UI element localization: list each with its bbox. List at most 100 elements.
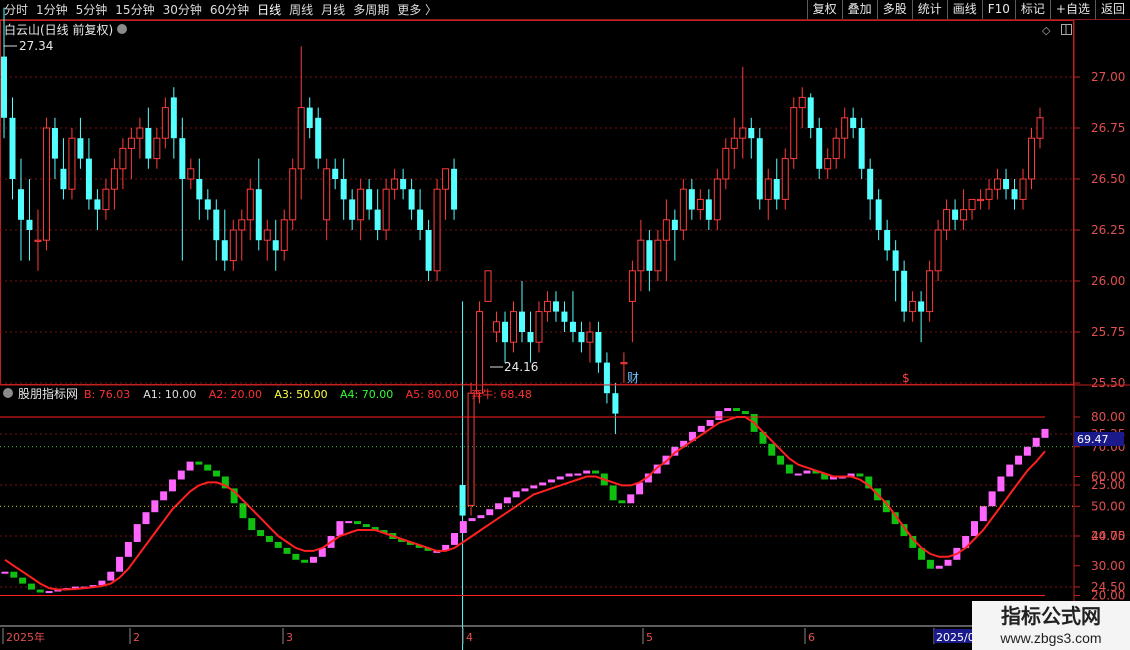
candle-body-up: [968, 198, 976, 211]
candle-body-down: [255, 189, 262, 241]
candle-body-up: [42, 127, 50, 241]
candle-body-up: [119, 147, 127, 170]
candle-body-down: [748, 128, 755, 139]
candle-body-up: [1028, 137, 1036, 180]
indicator-block: [160, 491, 168, 501]
indicator-block: [345, 521, 353, 524]
dividend-marker[interactable]: $: [902, 371, 910, 385]
time-tick-label: 4: [466, 631, 473, 644]
indicator-block: [935, 565, 943, 569]
indicator-block: [521, 488, 529, 492]
indicator-block: [36, 589, 44, 593]
time-cursor-label: 2025/0: [936, 631, 975, 644]
candle-body-down: [213, 209, 220, 241]
candle-body-up: [246, 188, 254, 221]
candle-body-up: [960, 209, 968, 221]
indicator-block: [733, 408, 741, 412]
candle-body-down: [527, 332, 534, 343]
candle-body-up: [824, 158, 832, 170]
candle-body-down: [603, 362, 610, 394]
candle-body-up: [102, 188, 110, 211]
candle-body-up: [187, 168, 195, 180]
stock-chart-area[interactable]: 27.0026.7526.5026.2526.0025.7525.5025.25…: [0, 0, 1130, 650]
candle-body-up: [535, 311, 543, 343]
indicator-block: [609, 485, 617, 501]
title-dropdown-icon[interactable]: [117, 24, 127, 34]
indicator-block: [133, 524, 141, 542]
candle-body-down: [578, 332, 585, 343]
candle-body-down: [952, 209, 959, 220]
candle-body-up: [620, 362, 628, 365]
indicator-block: [124, 541, 132, 557]
time-tick-label: 2025年: [6, 630, 45, 644]
candle-body-down: [1011, 189, 1018, 200]
candle-body-down: [807, 97, 814, 128]
candle-body-down: [646, 240, 653, 271]
candle-body-down: [306, 107, 313, 128]
price-tick-label: 26.25: [1091, 223, 1125, 237]
indicator-block: [1006, 464, 1014, 477]
candle-body-up: [841, 117, 849, 139]
candle-body-down: [569, 321, 576, 332]
candle-body-down: [858, 128, 865, 169]
indicator-block: [450, 533, 458, 545]
candle-body-up: [382, 188, 390, 231]
indicator-block: [265, 536, 273, 542]
indicator-value-0: B: 76.03: [84, 388, 130, 401]
indicator-block: [107, 571, 115, 581]
candle-body-down: [451, 168, 458, 210]
candle-body-up: [280, 219, 288, 251]
candle-body-down: [170, 97, 177, 139]
candle-body-down: [688, 189, 695, 210]
indicator-block: [1015, 455, 1023, 465]
candle-body-up: [289, 168, 297, 221]
indicator-block: [257, 530, 265, 536]
candle-body-up: [136, 127, 144, 139]
candle-body-down: [366, 189, 373, 210]
indicator-block: [618, 500, 626, 504]
indicator-block: [45, 591, 53, 594]
stock-title: 白云山(日线 前复权): [4, 22, 113, 37]
price-tick-label: 27.00: [1091, 70, 1125, 84]
candle-body-down: [918, 301, 925, 312]
indicator-block: [116, 556, 124, 572]
indicator-block: [856, 473, 864, 477]
candle-body-down: [349, 199, 356, 220]
candle-body-down: [1003, 179, 1010, 190]
current-value-label: 69.47: [1077, 433, 1109, 446]
candle-body-down: [417, 209, 424, 230]
candle-body-up: [1036, 117, 1044, 139]
indicator-value-5: A5: 80.00: [406, 388, 459, 401]
candle-body-up: [637, 239, 645, 272]
candle-body-down: [221, 240, 228, 261]
candle-body-down: [502, 321, 509, 343]
indicator-dropdown-icon[interactable]: [3, 388, 13, 398]
price-tick-label: 26.50: [1091, 172, 1125, 186]
candle-body-down: [340, 179, 347, 200]
indicator-name: 股朋指标网: [18, 386, 78, 401]
candle-body-down: [892, 250, 899, 271]
candle-body-up: [442, 168, 450, 190]
indicator-block: [592, 470, 600, 474]
candle-body-down: [145, 128, 152, 159]
candle-body-up: [297, 107, 305, 170]
indicator-block: [301, 559, 309, 563]
candle-body-down: [756, 138, 763, 200]
indicator-value-1: A1: 10.00: [143, 388, 196, 401]
candle-body-up: [484, 270, 492, 302]
candle-body-up: [722, 147, 730, 180]
low-price-label: 24.16: [504, 360, 538, 374]
indicator-block: [768, 443, 776, 456]
candle-body-up: [238, 219, 246, 231]
indicator-block: [970, 521, 978, 536]
candle-body-up: [781, 158, 789, 200]
candle-body-up: [229, 229, 237, 262]
financial-report-marker[interactable]: 财: [627, 371, 639, 385]
diamond-icon[interactable]: ◇: [1042, 24, 1051, 37]
indicator-block: [979, 506, 987, 522]
indicator-block: [168, 479, 176, 492]
candle-body-down: [179, 138, 186, 179]
indicator-block: [177, 470, 185, 480]
indicator-block: [336, 521, 344, 536]
candle-body-up: [985, 188, 993, 200]
